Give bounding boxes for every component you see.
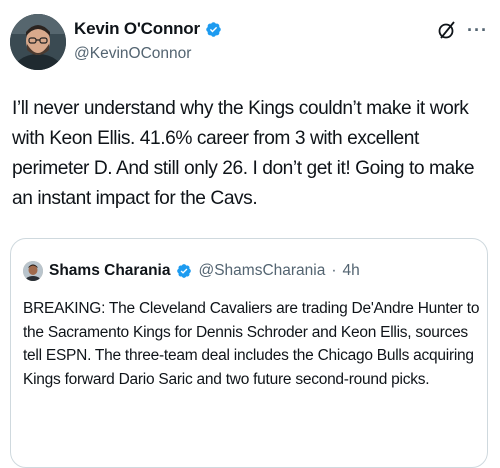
more-icon[interactable]: ··· [467,21,488,39]
display-name-row: Kevin O'Connor [74,18,222,40]
quote-author-handle[interactable]: @ShamsCharania [198,262,325,280]
tweet-text: I’ll never understand why the Kings coul… [12,98,475,209]
quoted-tweet[interactable]: Shams Charania @ShamsCharania · 4h BREAK… [10,238,488,468]
quote-avatar[interactable] [23,261,43,281]
quote-text: BREAKING: The Cleveland Cavaliers are tr… [23,300,480,388]
header-actions: ··· [437,20,488,40]
author-handle[interactable]: @KevinOConnor [74,45,222,63]
quote-separator: · [331,262,337,279]
avatar-image [10,14,66,70]
verified-badge-icon[interactable] [205,21,222,38]
quote-header: Shams Charania @ShamsCharania · 4h [23,261,360,281]
tweet-header: Kevin O'Connor @KevinOConnor ··· [10,10,490,74]
quote-timestamp[interactable]: 4h [343,262,360,280]
avatar[interactable] [10,14,66,70]
quote-verified-badge-icon[interactable] [176,263,192,279]
author-display-name[interactable]: Kevin O'Connor [74,19,200,39]
author-block: Kevin O'Connor @KevinOConnor [74,18,222,63]
quote-author-display-name[interactable]: Shams Charania [49,262,170,280]
grok-icon[interactable] [437,20,457,40]
tweet: Kevin O'Connor @KevinOConnor ··· I’ll ne… [0,0,500,468]
